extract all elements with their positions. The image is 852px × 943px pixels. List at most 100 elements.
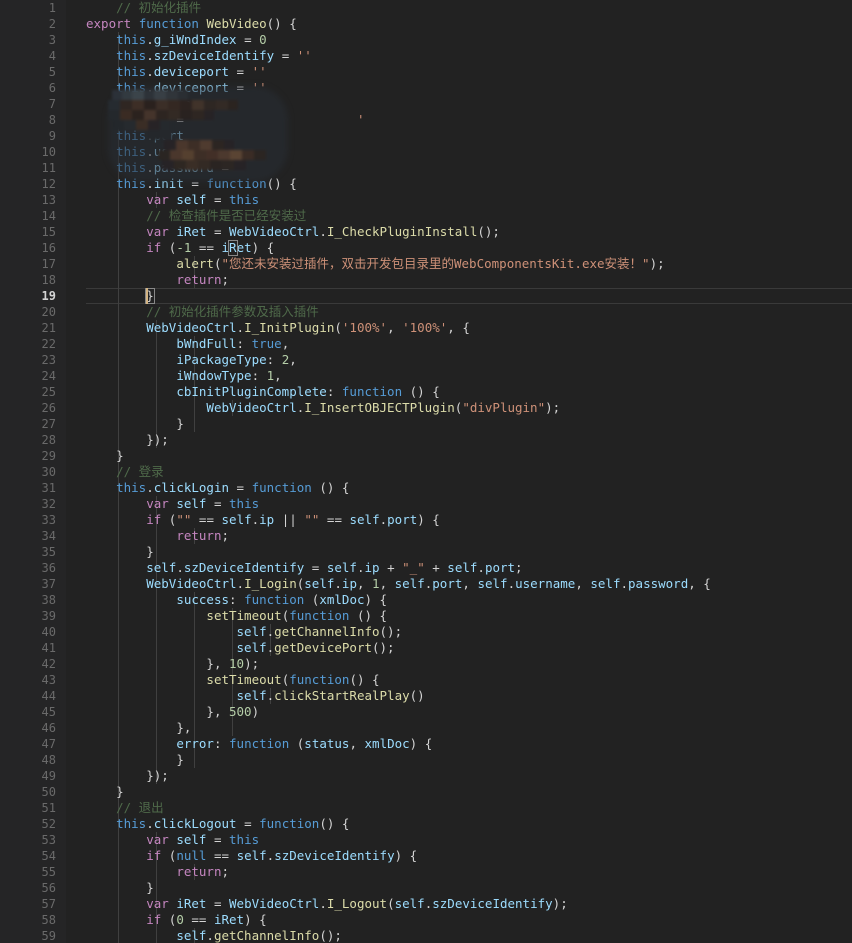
code-line-17[interactable]: alert("您还未安装过插件，双击开发包目录里的WebComponentsKi… [86,256,664,272]
code-line-44[interactable]: self.clickStartRealPlay() [86,688,425,704]
code-line-40[interactable]: self.getChannelInfo(); [86,624,403,640]
line-number-15[interactable]: 15 [0,224,56,240]
code-line-41[interactable]: self.getDevicePort(); [86,640,395,656]
code-line-35[interactable]: } [86,544,154,560]
line-number-22[interactable]: 22 [0,336,56,352]
line-number-13[interactable]: 13 [0,192,56,208]
code-line-28[interactable]: }); [86,432,169,448]
line-number-50[interactable]: 50 [0,784,56,800]
line-number-31[interactable]: 31 [0,480,56,496]
line-number-24[interactable]: 24 [0,368,56,384]
code-line-15[interactable]: var iRet = WebVideoCtrl.I_CheckPluginIns… [86,224,500,240]
code-line-53[interactable]: var self = this [86,832,259,848]
line-number-38[interactable]: 38 [0,592,56,608]
line-number-49[interactable]: 49 [0,768,56,784]
line-number-30[interactable]: 30 [0,464,56,480]
line-number-25[interactable]: 25 [0,384,56,400]
line-number-14[interactable]: 14 [0,208,56,224]
code-line-54[interactable]: if (null == self.szDeviceIdentify) { [86,848,417,864]
code-folding-column[interactable] [66,0,86,943]
line-number-23[interactable]: 23 [0,352,56,368]
code-line-3[interactable]: this.g_iWndIndex = 0 [86,32,267,48]
line-number-18[interactable]: 18 [0,272,56,288]
line-number-44[interactable]: 44 [0,688,56,704]
code-line-55[interactable]: return; [86,864,229,880]
code-line-27[interactable]: } [86,416,184,432]
line-number-4[interactable]: 4 [0,48,56,64]
line-number-10[interactable]: 10 [0,144,56,160]
code-line-14[interactable]: // 检查插件是否已经安装过 [86,208,306,224]
line-number-7[interactable]: 7 [0,96,56,112]
code-line-52[interactable]: this.clickLogout = function() { [86,816,349,832]
line-number-17[interactable]: 17 [0,256,56,272]
code-line-8[interactable]: this.ip = ' [86,112,364,128]
line-number-56[interactable]: 56 [0,880,56,896]
code-line-59[interactable]: self.getChannelInfo(); [86,928,342,943]
line-number-47[interactable]: 47 [0,736,56,752]
line-number-21[interactable]: 21 [0,320,56,336]
line-number-2[interactable]: 2 [0,16,56,32]
code-line-7[interactable]: this.chann [86,96,191,112]
line-number-gutter[interactable]: 1 2 3 4 5 6 7 8 9 10 11 12 13 14 15 16 17 18 19 20 21 22 23 24 2… [0,0,66,943]
code-line-34[interactable]: return; [86,528,229,544]
line-number-1[interactable]: 1 [0,0,56,16]
line-number-8[interactable]: 8 [0,112,56,128]
code-line-57[interactable]: var iRet = WebVideoCtrl.I_Logout(self.sz… [86,896,568,912]
code-line-6[interactable]: this.deviceport = '' [86,80,267,96]
line-number-12[interactable]: 12 [0,176,56,192]
code-line-45[interactable]: }, 500) [86,704,259,720]
line-number-6[interactable]: 6 [0,80,56,96]
code-line-2[interactable]: export function WebVideo() { [86,16,297,32]
code-line-10[interactable]: this.username = [86,144,237,160]
code-line-51[interactable]: // 退出 [86,800,164,816]
line-number-32[interactable]: 32 [0,496,56,512]
code-line-5[interactable]: this.deviceport = '' [86,64,267,80]
line-number-52[interactable]: 52 [0,816,56,832]
line-number-19[interactable]: 19 [0,288,56,304]
code-line-13[interactable]: var self = this [86,192,259,208]
code-line-19[interactable]: } [86,288,154,304]
code-line-46[interactable]: }, [86,720,191,736]
line-number-51[interactable]: 51 [0,800,56,816]
line-number-53[interactable]: 53 [0,832,56,848]
line-number-37[interactable]: 37 [0,576,56,592]
line-number-39[interactable]: 39 [0,608,56,624]
code-line-1[interactable]: // 初始化插件 [86,0,201,16]
code-line-21[interactable]: WebVideoCtrl.I_InitPlugin('100%', '100%'… [86,320,470,336]
code-line-18[interactable]: return; [86,272,229,288]
code-line-37[interactable]: WebVideoCtrl.I_Login(self.ip, 1, self.po… [86,576,711,592]
line-number-26[interactable]: 26 [0,400,56,416]
line-number-42[interactable]: 42 [0,656,56,672]
code-line-25[interactable]: cbInitPluginComplete: function () { [86,384,439,400]
line-number-28[interactable]: 28 [0,432,56,448]
code-line-56[interactable]: } [86,880,154,896]
code-line-49[interactable]: }); [86,768,169,784]
code-line-58[interactable]: if (0 == iRet) { [86,912,266,928]
code-line-4[interactable]: this.szDeviceIdentify = '' [86,48,312,64]
code-line-29[interactable]: } [86,448,124,464]
code-line-26[interactable]: WebVideoCtrl.I_InsertOBJECTPlugin("divPl… [86,400,560,416]
code-line-33[interactable]: if ("" == self.ip || "" == self.port) { [86,512,440,528]
code-line-42[interactable]: }, 10); [86,656,259,672]
line-number-55[interactable]: 55 [0,864,56,880]
line-number-20[interactable]: 20 [0,304,56,320]
line-number-33[interactable]: 33 [0,512,56,528]
code-line-30[interactable]: // 登录 [86,464,164,480]
code-line-39[interactable]: setTimeout(function () { [86,608,387,624]
line-number-48[interactable]: 48 [0,752,56,768]
line-number-59[interactable]: 59 [0,928,56,943]
line-number-40[interactable]: 40 [0,624,56,640]
line-number-46[interactable]: 46 [0,720,56,736]
line-number-57[interactable]: 57 [0,896,56,912]
line-number-45[interactable]: 45 [0,704,56,720]
code-line-16[interactable]: if (-1 == iRet) { [86,240,274,256]
line-number-41[interactable]: 41 [0,640,56,656]
code-line-11[interactable]: this.password = [86,160,237,176]
line-number-5[interactable]: 5 [0,64,56,80]
code-line-43[interactable]: setTimeout(function() { [86,672,379,688]
line-number-36[interactable]: 36 [0,560,56,576]
code-line-48[interactable]: } [86,752,184,768]
line-number-3[interactable]: 3 [0,32,56,48]
line-number-11[interactable]: 11 [0,160,56,176]
code-line-31[interactable]: this.clickLogin = function () { [86,480,349,496]
